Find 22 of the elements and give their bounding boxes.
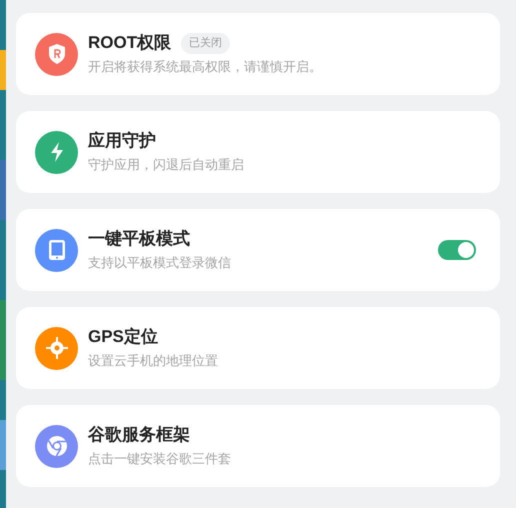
location-target-icon [44,336,68,360]
setting-description: 设置云手机的地理位置 [88,352,219,370]
setting-title: 谷歌服务框架 [88,424,190,446]
setting-card[interactable]: ROOT权限 已关闭 开启将获得系统最高权限，请谨慎开启。 [16,13,500,95]
setting-title: 一键平板模式 [88,228,190,250]
chrome-icon [46,435,68,457]
setting-title: GPS定位 [88,326,158,348]
setting-card[interactable]: GPS定位 设置云手机的地理位置 [16,307,500,389]
toggle-switch[interactable] [438,240,476,260]
setting-description: 支持以平板模式登录微信 [88,254,232,272]
shield-icon [46,43,66,65]
setting-description: 点击一键安装谷歌三件套 [88,450,232,468]
tablet-icon [48,239,66,261]
setting-card[interactable]: 谷歌服务框架 点击一键安装谷歌三件套 [16,405,500,487]
status-badge: 已关闭 [181,33,230,54]
setting-title: 应用守护 [88,130,156,152]
lightning-icon [48,141,64,163]
setting-card[interactable]: 一键平板模式 支持以平板模式登录微信 [16,209,500,291]
setting-title: ROOT权限 [88,32,172,54]
setting-description: 守护应用，闪退后自动重启 [88,156,245,174]
setting-card[interactable]: 应用守护 守护应用，闪退后自动重启 [16,111,500,193]
setting-description: 开启将获得系统最高权限，请谨慎开启。 [88,58,323,76]
